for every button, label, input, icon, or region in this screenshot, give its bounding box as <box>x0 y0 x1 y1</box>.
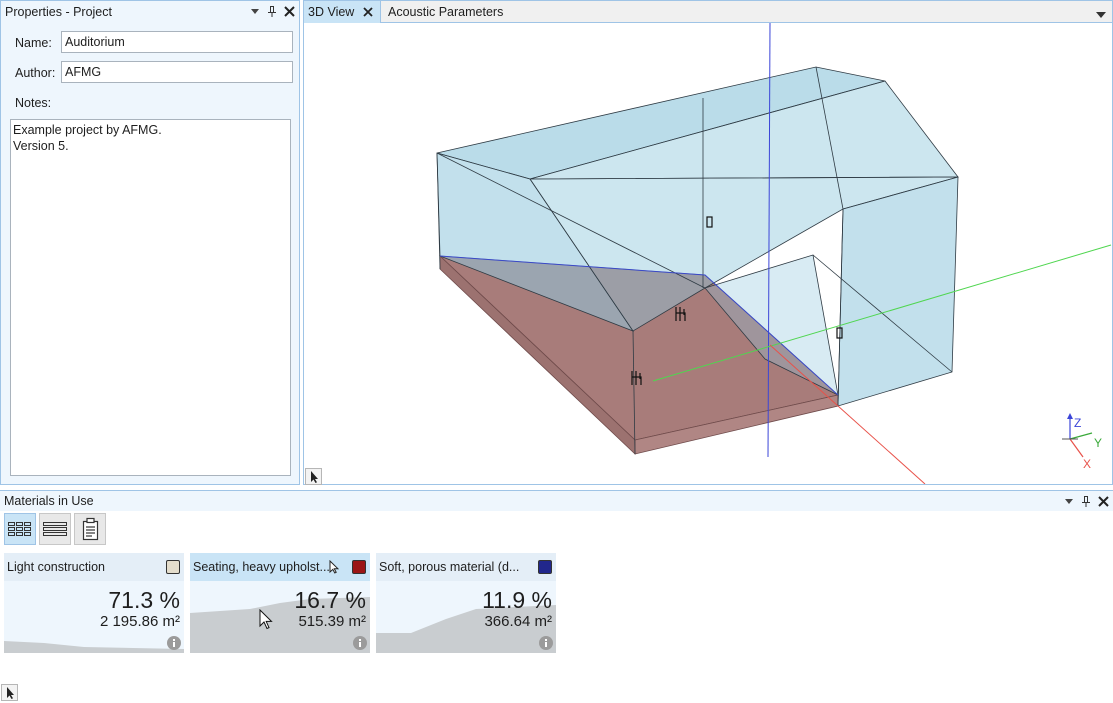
material-card-header: Light construction <box>4 553 184 581</box>
material-percent: 16.7 % <box>294 587 366 613</box>
report-view-button[interactable] <box>74 513 106 545</box>
material-percent: 11.9 % <box>482 587 552 613</box>
material-area: 515.39 m² <box>298 613 366 630</box>
tab-3d-view-label: 3D View <box>308 5 355 19</box>
mouse-pointer-icon <box>259 609 273 630</box>
materials-header: Materials in Use <box>0 491 1113 511</box>
axis-gizmo: Z Y X <box>1062 413 1102 471</box>
material-card-header: Soft, porous material (d... <box>376 553 556 581</box>
document-area: 3D View Acoustic Parameters Z Y X <box>303 0 1113 485</box>
properties-header: Properties - Project <box>1 1 299 23</box>
close-icon[interactable] <box>283 4 295 18</box>
dropdown-icon[interactable] <box>1063 494 1075 508</box>
properties-title: Properties - Project <box>5 5 112 19</box>
name-label: Name: <box>15 36 52 50</box>
material-card[interactable]: Light construction 71.3 % 2 195.86 m² <box>4 553 184 653</box>
select-mode-button[interactable] <box>305 468 322 485</box>
material-name: Seating, heavy upholst... <box>193 560 330 574</box>
tab-acoustic-parameters-label: Acoustic Parameters <box>388 5 504 19</box>
info-icon[interactable] <box>539 636 553 650</box>
material-name: Soft, porous material (d... <box>379 560 520 574</box>
material-name: Light construction <box>7 560 105 574</box>
properties-panel: Properties - Project Name: Author: Notes… <box>0 0 300 485</box>
author-label: Author: <box>15 66 56 80</box>
document-tabs: 3D View Acoustic Parameters <box>304 1 1112 23</box>
gizmo-x-label: X <box>1083 457 1091 471</box>
grid-view-button[interactable] <box>4 513 36 545</box>
tab-acoustic-parameters[interactable]: Acoustic Parameters <box>384 1 514 23</box>
properties-header-buttons <box>249 4 295 18</box>
material-card[interactable]: Soft, porous material (d... 11.9 % 366.6… <box>376 553 556 653</box>
gizmo-y-label: Y <box>1094 436 1102 450</box>
list-view-icon <box>43 522 67 536</box>
material-card[interactable]: Seating, heavy upholst... 16.7 % 515.39 … <box>190 553 370 653</box>
chevron-down-icon[interactable] <box>1096 7 1106 18</box>
name-field[interactable] <box>61 31 293 53</box>
grid-view-icon <box>8 522 31 536</box>
materials-title: Materials in Use <box>4 494 94 508</box>
report-view-icon <box>82 517 99 541</box>
select-mode-button[interactable] <box>1 684 18 701</box>
gizmo-z-label: Z <box>1074 416 1081 430</box>
material-area: 366.64 m² <box>484 613 552 630</box>
list-view-button[interactable] <box>39 513 71 545</box>
author-field[interactable] <box>61 61 293 83</box>
materials-panel: Materials in Use Light construction 71.3… <box>0 490 1113 701</box>
3d-viewport[interactable]: Z Y X <box>304 23 1112 484</box>
material-color-swatch <box>166 560 180 574</box>
close-icon[interactable] <box>362 6 374 18</box>
info-icon[interactable] <box>353 636 367 650</box>
material-area: 2 195.86 m² <box>99 613 180 630</box>
tab-3d-view[interactable]: 3D View <box>304 1 381 23</box>
material-color-swatch <box>538 560 552 574</box>
pointer-icon <box>329 559 340 574</box>
pin-icon[interactable] <box>1080 494 1092 508</box>
material-percent: 71.3 % <box>108 587 180 613</box>
notes-label: Notes: <box>15 96 52 110</box>
pin-icon[interactable] <box>266 4 278 18</box>
dropdown-icon[interactable] <box>249 4 261 18</box>
material-card-header: Seating, heavy upholst... <box>190 553 370 581</box>
notes-field[interactable]: Example project by AFMG. Version 5. <box>10 119 291 476</box>
materials-header-buttons <box>1063 494 1109 508</box>
material-color-swatch <box>352 560 366 574</box>
close-icon[interactable] <box>1097 494 1109 508</box>
info-icon[interactable] <box>167 636 181 650</box>
